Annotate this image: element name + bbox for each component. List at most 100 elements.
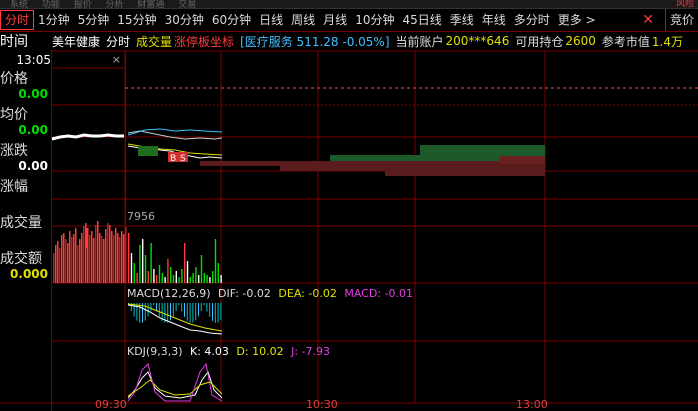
mini-volume-bar: [71, 237, 73, 283]
macd-bar: [195, 303, 197, 321]
time-axis-label: 13:00: [516, 398, 548, 411]
volume-bar: [178, 277, 180, 283]
volume-bar: [172, 275, 175, 283]
depth-bar-sell: [280, 166, 545, 171]
volume-bar: [189, 277, 191, 283]
volume-bar: [214, 239, 217, 283]
depth-bar-sell: [500, 156, 545, 164]
volume-bar: [128, 233, 130, 283]
macd-value: MACD: -0.01: [344, 287, 413, 300]
mini-volume-bar: [123, 234, 125, 283]
mini-volume-bar: [86, 228, 88, 248]
volume-bar: [158, 265, 161, 283]
macd-bar: [136, 303, 138, 321]
mini-volume-bar: [89, 235, 91, 283]
volume-bar: [181, 269, 183, 283]
volume-bar: [130, 253, 133, 283]
mini-volume-bar: [65, 239, 67, 283]
volume-bar: [195, 267, 197, 283]
macd-bar: [200, 303, 202, 311]
volume-bar: [198, 275, 200, 283]
grid-lines: [0, 50, 698, 404]
mini-volume-bar: [101, 236, 103, 283]
mini-volume-bar: [117, 233, 119, 283]
mini-volume-bar: [55, 245, 57, 283]
volume-bar: [192, 273, 194, 283]
mini-volume-bar: [115, 228, 117, 283]
mini-volume-bar: [111, 231, 113, 283]
kdj-j: J: -7.93: [290, 345, 330, 358]
volume-bar: [150, 243, 152, 283]
mini-volume-bar: [105, 229, 107, 283]
macd-bar: [170, 303, 171, 321]
mini-volume-bar: [113, 235, 115, 283]
macd-bar: [139, 303, 141, 323]
volume-bar: [144, 255, 147, 283]
macd-bar: [167, 303, 169, 323]
mini-volume-bar: [73, 234, 75, 283]
price-line: [127, 130, 223, 140]
mini-volume-bar: [97, 221, 99, 283]
volume-bar: [164, 277, 166, 283]
macd-bar: [212, 303, 213, 321]
volume-bar: [136, 273, 138, 283]
mini-volume-bar: [81, 233, 83, 283]
time-axis-label: 10:30: [306, 398, 338, 411]
mini-volume-bar: [91, 231, 93, 283]
volume-bar: [156, 275, 158, 283]
macd-bar: [150, 303, 152, 312]
macd-name: MACD(12,26,9): [127, 287, 211, 300]
volume-bar: [200, 255, 203, 283]
mini-volume-bar: [67, 243, 69, 283]
mini-volume-bar: [107, 223, 109, 283]
mini-volume-bars: [53, 221, 127, 283]
macd-bar: [172, 303, 174, 317]
volume-max-label: 7956: [127, 210, 155, 223]
macd-bar: [175, 303, 177, 311]
mini-volume-bar: [83, 226, 85, 283]
volume-bar: [206, 275, 208, 283]
volume-bar: [147, 271, 149, 283]
badge-sell-label: S: [180, 154, 186, 164]
kdj-header: KDJ(9,3,3) K: 4.03 D: 10.02 J: -7.93: [127, 345, 330, 358]
mini-volume-bar: [63, 233, 65, 283]
chart-canvas[interactable]: B S 7956 MACD(12,26,9) DIF: -0.02 DEA: -…: [0, 0, 698, 411]
macd-bar: [158, 303, 160, 317]
macd-bar: [206, 303, 208, 312]
kdj-d: D: 10.02: [236, 345, 283, 358]
volume-bar: [212, 271, 214, 283]
mini-volume-bar: [79, 239, 81, 283]
macd-bar: [220, 303, 222, 321]
volume-bar: [167, 259, 169, 283]
macd-bar: [178, 303, 180, 306]
volume-bar: [142, 239, 144, 283]
mini-price-line: [51, 133, 124, 141]
volume-bar: [161, 273, 163, 283]
mini-volume-bar: [59, 248, 61, 283]
macd-bar: [161, 303, 163, 321]
avg-line: [127, 128, 223, 136]
mini-volume-bar: [109, 225, 111, 283]
macd-bar: [203, 303, 205, 306]
macd-bar: [147, 303, 149, 317]
macd-bar: [189, 303, 191, 323]
volume-bar: [186, 261, 189, 283]
mini-volume-bar: [95, 225, 97, 283]
mini-volume-bar: [75, 228, 77, 283]
mini-volume-bar: [69, 231, 71, 283]
macd-bar: [209, 303, 211, 317]
volume-bar: [170, 267, 172, 283]
kdj-d-line: [127, 379, 223, 397]
volume-bar: [139, 245, 141, 283]
mini-volume-bar: [53, 253, 55, 283]
macd-bar: [186, 303, 188, 321]
volume-bar: [209, 277, 211, 283]
macd-bar: [192, 303, 194, 323]
volume-bar: [220, 275, 222, 283]
kdj-name: KDJ(9,3,3): [127, 345, 183, 358]
mini-volume-bar: [77, 245, 79, 283]
macd-dif: DIF: -0.02: [218, 287, 271, 300]
macd-bar: [217, 303, 219, 323]
macd-bar: [153, 303, 155, 306]
volume-bar: [203, 273, 205, 283]
